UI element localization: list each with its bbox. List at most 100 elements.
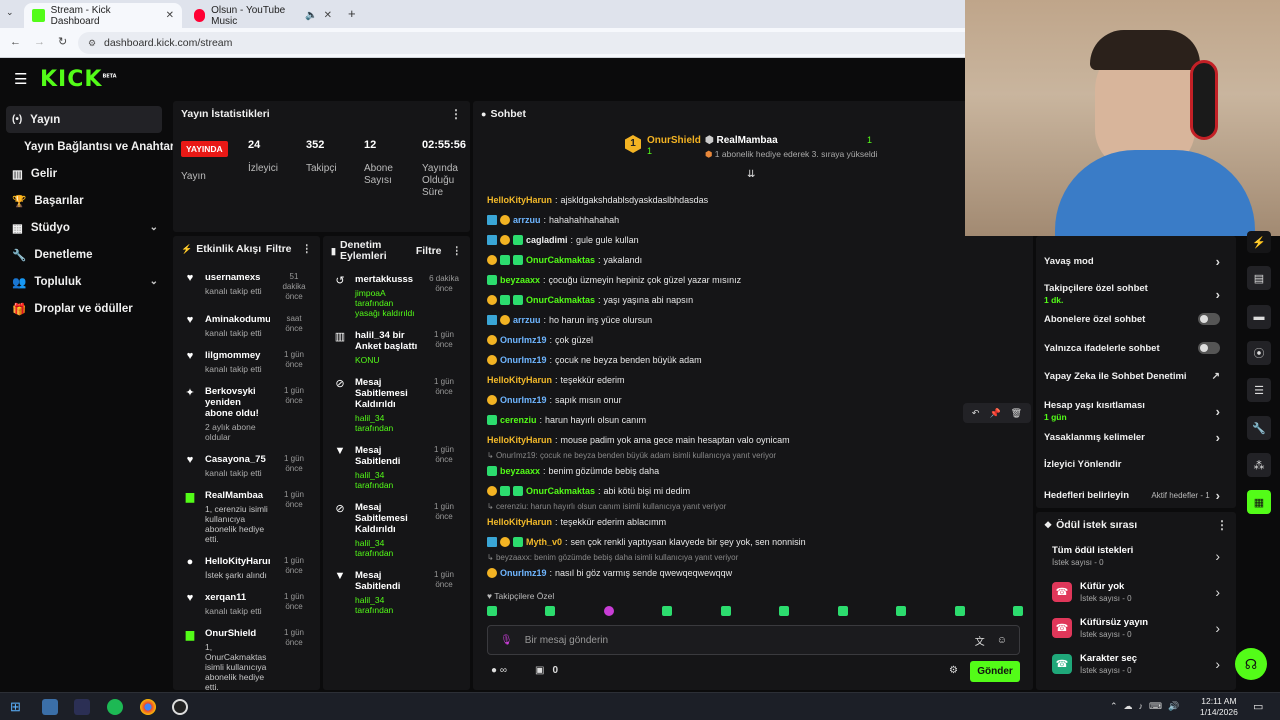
store-icon[interactable]: ▣	[535, 665, 544, 676]
chat-username[interactable]: OnurImz19	[500, 568, 547, 578]
reward-item[interactable]: Tüm ödül istekleri İstek sayısı - 0 ›	[1036, 538, 1236, 574]
chat-message[interactable]: beyzaaxx: çocuğu üzmeyin hepiniz çok güze…	[487, 275, 741, 285]
chat-message[interactable]: HelloKityHarun: mouse padim yok ama gece …	[487, 435, 790, 445]
chat-username[interactable]: OnurCakmaktas	[526, 295, 595, 305]
activity-item[interactable]: ♥ usernamexs kanalı takip etti 51 dakika ön…	[173, 272, 320, 302]
mod-action-item[interactable]: ▼ Mesaj Sabitlendi halil_34 tarafından 1 gü…	[323, 445, 470, 490]
chat-message[interactable]: OnurImz19: nasıl bi göz varmış sende qwew…	[487, 568, 732, 578]
clapboard-icon[interactable]: ▦	[1247, 490, 1271, 514]
setting-row[interactable]: Abonelere özel sohbet	[1044, 313, 1220, 325]
speaker-icon[interactable]: 🔈	[305, 10, 317, 21]
emote-icon[interactable]	[1012, 606, 1023, 616]
emote-icon[interactable]	[545, 606, 556, 616]
new-tab-icon[interactable]: +	[348, 6, 356, 21]
forward-icon[interactable]: →	[34, 36, 45, 48]
chat-username[interactable]: Myth_v0	[526, 537, 562, 547]
system-tray-icons[interactable]: ⌃☁♪⌨🔊	[1110, 701, 1185, 712]
setting-row[interactable]: Yapay Zeka ile Sohbet Denetimi ↗	[1044, 371, 1220, 382]
windows-start-icon[interactable]: ⊞	[10, 699, 26, 715]
menu-icon[interactable]: ☰	[14, 70, 27, 88]
chat-message[interactable]: HelloKityHarun: teşekkür ederim	[487, 375, 625, 385]
chat-message[interactable]: OnurCakmaktas: yaşı yaşına abi napsın	[487, 295, 693, 305]
coins-icon[interactable]: ● ∞	[491, 665, 507, 676]
emote-icon[interactable]	[837, 606, 848, 616]
chat-message[interactable]: OnurImz19: çocuk ne beyza benden büyük ad…	[487, 355, 702, 365]
chat-username[interactable]: HelloKityHarun	[487, 517, 552, 527]
activity-item[interactable]: ♥ lilgmommey kanalı takip etti 1 gün önce	[173, 350, 320, 374]
reward-item[interactable]: ☎ Küfür yok İstek sayısı - 0 ›	[1036, 574, 1236, 610]
chat-username[interactable]: cagladimi	[526, 235, 568, 245]
more-icon[interactable]: ⋮	[450, 107, 462, 121]
kick-logo[interactable]: KICKBETA	[40, 67, 117, 92]
reload-icon[interactable]: ↻	[58, 35, 67, 48]
mod-action-item[interactable]: ▥ halil_34 bir Anket başlattı KONU 1 gün ön…	[323, 330, 470, 365]
chat-username[interactable]: beyzaaxx	[500, 466, 540, 476]
sidebar-item-studyo[interactable]: ▦ Stüdyo ⌄	[0, 214, 170, 241]
emote-icon[interactable]	[603, 606, 614, 616]
chat-username[interactable]: arrzuu	[513, 215, 541, 225]
chat-message[interactable]: HelloKityHarun: ajskldgakshdablsdyaskdasl…	[487, 195, 708, 205]
activity-item[interactable]: ♥ Casayona_75 kanalı takip etti 1 gün önce	[173, 454, 320, 478]
chat-username[interactable]: HelloKityHarun	[487, 435, 552, 445]
wrench-icon[interactable]: 🔧	[1247, 416, 1271, 440]
delete-icon[interactable]: 🗑	[1011, 408, 1022, 419]
toggle-switch[interactable]	[1198, 342, 1220, 354]
chat-input[interactable]: 🎙 Bir mesaj gönderin 文 ☺	[487, 625, 1020, 655]
chat-message[interactable]: OnurImz19: çok güzel	[487, 335, 593, 345]
notification-icon[interactable]: ▭	[1253, 700, 1263, 713]
sidebar-item-basarilar[interactable]: 🏆 Başarılar	[0, 187, 170, 214]
more-icon[interactable]: ⋮	[452, 245, 463, 257]
chat-message[interactable]: OnurCakmaktas: abi kötü bişi mi dedim	[487, 486, 690, 496]
more-icon[interactable]: ⋮	[302, 243, 313, 255]
emote-icon[interactable]	[487, 606, 497, 616]
activity-item[interactable]: ✦ Berkovsyki yeniden abone oldu! 2 aylık a…	[173, 386, 320, 442]
microphone-icon[interactable]: 🎙	[500, 635, 513, 646]
emoji-icon[interactable]: ☺	[997, 635, 1007, 646]
chat-message[interactable]: Myth_v0: sen çok renkli yaptıysan klavyed…	[487, 537, 806, 547]
emote-icon[interactable]	[954, 606, 965, 616]
emote-icon[interactable]	[662, 606, 673, 616]
emote-icon[interactable]	[779, 606, 790, 616]
more-icon[interactable]: ⋮	[1216, 518, 1228, 532]
reward-item[interactable]: ☎ Karakter seç İstek sayısı - 0 ›	[1036, 646, 1236, 682]
toggle-switch[interactable]	[1198, 313, 1220, 325]
chat-message[interactable]: HelloKityHarun: teşekkür ederim ablacımm	[487, 517, 666, 527]
app-icon[interactable]	[74, 699, 90, 715]
filter-button[interactable]: Filtre	[266, 243, 292, 255]
obs-icon[interactable]	[172, 699, 188, 715]
chat-message[interactable]: OnurCakmaktas: yakalandı	[487, 255, 642, 265]
bolt-icon[interactable]: ⚡	[1247, 231, 1271, 253]
chat-username[interactable]: cerenziu	[500, 415, 537, 425]
chat-username[interactable]: HelloKityHarun	[487, 375, 552, 385]
setting-row[interactable]: Takipçilere özel sohbet 1 dk. ›	[1044, 283, 1220, 305]
send-button[interactable]: Gönder	[970, 661, 1020, 682]
chat-message[interactable]: cagladimi: gule gule kullan	[487, 235, 639, 245]
chrome-icon[interactable]	[140, 699, 156, 715]
emote-icon[interactable]	[720, 606, 731, 616]
chat-username[interactable]: OnurImz19	[500, 335, 547, 345]
browser-tab-kick[interactable]: Stream - Kick Dashboard ✕	[24, 3, 182, 28]
activity-item[interactable]: ● HelloKityHarun İstek şarkı alındı 1 gün ö…	[173, 556, 320, 580]
setting-row[interactable]: Yalnızca ifadelerle sohbet	[1044, 342, 1220, 354]
sidebar-item-droplar[interactable]: 🎁 Droplar ve ödüller	[0, 295, 170, 322]
mod-action-item[interactable]: ↺ mertakkusss jimpoaA tarafından yasağı ka…	[323, 274, 470, 318]
chat-username[interactable]: arrzuu	[513, 315, 541, 325]
sidebar-item-yayin[interactable]: (•) Yayın	[6, 106, 162, 133]
top-gifter-2[interactable]: ⬢ RealMambaa 1 ⬢ 1 abonelik hediye ederek…	[705, 135, 877, 160]
activity-item[interactable]: ▆ RealMambaa 1, cerenziu isimli kullanıcıy…	[173, 490, 320, 544]
reward-item[interactable]: ☎ Küfürsüz yayın İstek sayısı - 0 ›	[1036, 610, 1236, 646]
close-tab-icon[interactable]: ✕	[166, 10, 174, 21]
mod-action-item[interactable]: ▼ Mesaj Sabitlendi halil_34 tarafından 1 gü…	[323, 570, 470, 615]
close-tab-icon[interactable]: ✕	[324, 10, 332, 21]
setting-row[interactable]: Yasaklanmış kelimeler ›	[1044, 430, 1220, 445]
sidebar-item-gelir[interactable]: ▥ Gelir	[0, 160, 170, 187]
chat-message[interactable]: arrzuu: hahahahhahahah	[487, 215, 619, 225]
sidebar-item-topluluk[interactable]: 👥 Topluluk ⌄	[0, 268, 170, 295]
sidebar-item-stream-key[interactable]: Yayın Bağlantısı ve Anahtarı	[0, 133, 178, 160]
chat-username[interactable]: OnurImz19	[500, 395, 547, 405]
filter-button[interactable]: Filtre	[416, 245, 442, 257]
emote-icon[interactable]	[896, 606, 907, 616]
spotify-icon[interactable]	[107, 699, 123, 715]
app-icon[interactable]	[42, 699, 58, 715]
sidebar-item-denetleme[interactable]: 🔧 Denetleme	[0, 241, 170, 268]
